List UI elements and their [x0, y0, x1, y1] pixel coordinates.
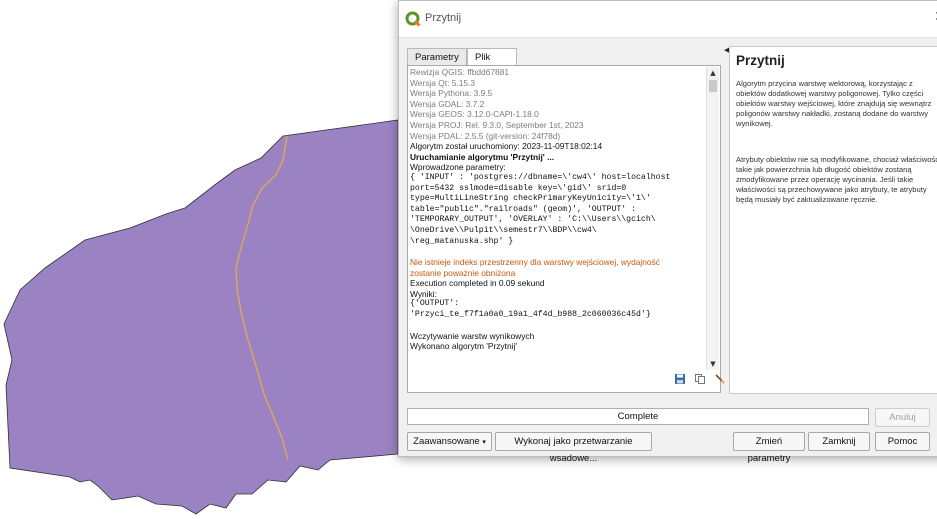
log-line: \reg_matanuska.shp' }: [410, 236, 514, 246]
scroll-thumb[interactable]: [709, 80, 717, 92]
chevron-down-icon: ▾: [482, 439, 486, 446]
log-line: Wersja Qt: 5.15.3: [410, 77, 476, 88]
help-title: Przytnij: [736, 53, 785, 68]
help-paragraph-2: Atrybuty obiektów nie są modyfikowane, c…: [736, 155, 937, 205]
help-button[interactable]: Pomoc: [875, 432, 930, 451]
log-text[interactable]: Rewizja QGIS: ffbdd67881 Wersja Qt: 5.15.…: [410, 67, 704, 367]
log-line: \OneDrive\\Pulpit\\semestr7\\BDP\\cw4\: [410, 225, 597, 235]
close-button[interactable]: Zamknij: [808, 432, 870, 451]
advanced-dropdown-button[interactable]: Zaawansowane ▾: [407, 432, 492, 451]
save-log-icon[interactable]: [673, 373, 687, 387]
log-pane: Rewizja QGIS: ffbdd67881 Wersja Qt: 5.15.…: [407, 65, 725, 393]
processing-dialog[interactable]: Przytnij ✕ Parametry Plik zdarzeń Rewizj…: [398, 0, 937, 464]
log-line: table="public"."railroads" (geom)', 'OUT…: [410, 204, 637, 214]
log-line: zostanie poważnie obniżona: [410, 267, 516, 278]
log-line: Nie istnieje indeks przestrzenny dla war…: [410, 257, 660, 268]
log-line: Wersja PROJ: Rel. 9.3.0, September 1st, …: [410, 119, 584, 130]
log-line: 'TEMPORARY_OUTPUT', 'OVERLAY' : 'C:\\Use…: [410, 215, 656, 225]
cancel-button[interactable]: Anuluj: [875, 408, 930, 427]
log-line: 'Przyci_te_f7f1a0a0_19a1_4f4d_b988_2c060…: [410, 310, 651, 320]
log-line: Wersja PDAL: 2.5.5 (git-version: 24f78d): [410, 130, 561, 141]
log-line: Wprowadzone parametry:: [410, 162, 506, 173]
progress-bar: Complete: [407, 408, 869, 425]
log-line: Wykonano algorytm 'Przytnij': [410, 341, 517, 352]
scroll-up-icon[interactable]: ▲: [707, 67, 719, 79]
scroll-down-icon[interactable]: ▼: [707, 358, 719, 370]
log-line: { 'INPUT' : 'postgres://dbname=\'cw4\' h…: [410, 172, 671, 182]
run-as-batch-button[interactable]: Wykonaj jako przetwarzanie wsadowe...: [495, 432, 652, 464]
log-line: port=5432 sslmode=disable key=\'gid\' sr…: [410, 183, 627, 193]
log-line: Wyniki:: [410, 288, 437, 299]
help-panel: Przytnij Algorytm przycina warstwę wekto…: [729, 46, 937, 394]
dialog-title: Przytnij: [425, 12, 462, 24]
clear-log-icon[interactable]: [713, 373, 727, 387]
log-line: Wersja Pythona: 3.9.5: [410, 88, 493, 99]
log-line: Wersja GEOS: 3.12.0-CAPI-1.18.0: [410, 109, 539, 120]
log-line: {'OUTPUT':: [410, 299, 460, 309]
region-polygon: [3, 119, 399, 515]
log-line: Uruchamianie algorytmu 'Przytnij' ...: [410, 151, 555, 162]
log-line: Algorytm został uruchomiony: 2023-11-09T…: [410, 141, 603, 152]
help-paragraph-1: Algorytm przycina warstwę wektorową, kor…: [736, 79, 932, 129]
qgis-logo-icon: [405, 11, 421, 27]
copy-log-icon[interactable]: [693, 373, 707, 387]
log-line: Rewizja QGIS: ffbdd67881: [410, 67, 510, 77]
change-parameters-button[interactable]: Zmień parametry: [733, 432, 805, 464]
log-scrollbar[interactable]: ▲ ▼: [706, 67, 719, 370]
log-line: Wersja GDAL: 3.7.2: [410, 98, 485, 109]
log-line: Execution completed in 0.09 sekund: [410, 278, 545, 289]
tab-parametry[interactable]: Parametry: [407, 48, 467, 66]
log-line: type=MultiLineString checkPrimaryKeyUnic…: [410, 194, 651, 204]
dialog-titlebar[interactable]: Przytnij ✕: [399, 1, 937, 38]
log-line: Wczytywanie warstw wynikowych: [410, 330, 535, 341]
advanced-label: Zaawansowane: [413, 436, 480, 447]
